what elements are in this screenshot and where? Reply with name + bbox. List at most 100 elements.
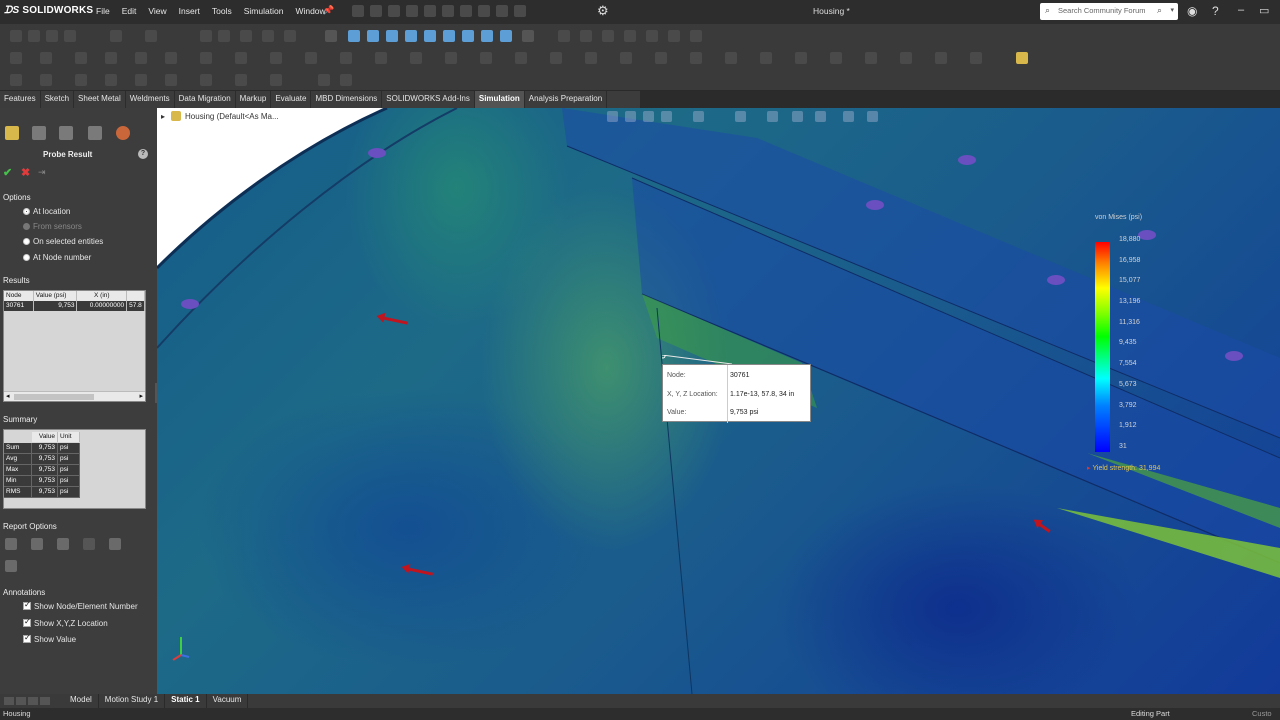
tab-vacuum[interactable]: Vacuum [207, 694, 249, 708]
tool-icon[interactable] [40, 52, 52, 64]
tool-icon[interactable] [75, 74, 87, 86]
tool-icon[interactable] [200, 74, 212, 86]
tool-icon[interactable] [270, 52, 282, 64]
dimxpert-tab-icon[interactable] [88, 126, 102, 140]
tool-icon[interactable] [935, 52, 947, 64]
tab-data-migration[interactable]: Data Migration [175, 91, 236, 108]
minimize-button[interactable]: – [1238, 4, 1244, 16]
ok-button[interactable]: ✔ [3, 166, 12, 179]
apply-scene-icon[interactable] [843, 111, 854, 122]
next-tab-icon[interactable] [28, 697, 38, 705]
tool-icon[interactable] [558, 30, 570, 42]
maximize-button[interactable]: ▭ [1259, 4, 1269, 17]
tool-icon[interactable] [668, 30, 680, 42]
cancel-button[interactable]: ✖ [21, 166, 30, 179]
tool-icon[interactable] [580, 30, 592, 42]
tool-icon[interactable] [46, 30, 58, 42]
tool-icon[interactable] [760, 52, 772, 64]
view-iso-icon[interactable] [462, 30, 474, 42]
help-icon[interactable]: ? [1212, 4, 1219, 18]
chevron-down-icon[interactable]: ▾ [1170, 6, 1174, 14]
tool-icon[interactable] [165, 74, 177, 86]
expand-icon[interactable]: ▸ [161, 112, 165, 121]
tab-features[interactable]: Features [0, 91, 41, 108]
tool-icon[interactable] [325, 30, 337, 42]
probe-callout[interactable]: Node: 30761 X, Y, Z Location: 1.17e-13, … [662, 364, 811, 423]
tool-icon[interactable] [28, 30, 40, 42]
checkbox-icon[interactable] [23, 633, 31, 643]
tool-icon[interactable] [105, 52, 117, 64]
tool-icon[interactable] [655, 52, 667, 64]
tool-icon[interactable] [602, 30, 614, 42]
tool-icon[interactable] [40, 74, 52, 86]
graphics-viewport[interactable]: ▸ Housing (Default<As Ma... von Mises (ps… [157, 108, 1280, 694]
pin-icon[interactable]: ⇥ [38, 167, 46, 178]
tool-icon[interactable] [550, 52, 562, 64]
tool-icon[interactable] [10, 30, 22, 42]
tool-icon[interactable] [865, 52, 877, 64]
tool-icon[interactable] [200, 52, 212, 64]
tab-sheet-metal[interactable]: Sheet Metal [74, 91, 126, 108]
feature-tree-tab-icon[interactable] [5, 126, 19, 140]
tool-icon[interactable] [64, 30, 76, 42]
tool-icon[interactable] [620, 52, 632, 64]
tool-icon[interactable] [284, 30, 296, 42]
tab-analysis-preparation[interactable]: Analysis Preparation [525, 91, 608, 108]
tool-icon[interactable] [900, 52, 912, 64]
menu-edit[interactable]: Edit [116, 6, 143, 16]
open-icon[interactable] [388, 5, 400, 17]
brush-icon[interactable] [522, 30, 534, 42]
tool-icon[interactable] [585, 52, 597, 64]
option-at-location[interactable]: At location [23, 207, 70, 216]
option-at-node-number[interactable]: At Node number [23, 253, 91, 262]
tool-icon[interactable] [10, 74, 22, 86]
tool-icon[interactable] [235, 52, 247, 64]
tab-sketch[interactable]: Sketch [41, 91, 75, 108]
tool-icon[interactable] [690, 52, 702, 64]
save-icon[interactable] [406, 5, 418, 17]
hide-show-icon[interactable] [792, 111, 803, 122]
tab-motion-study-1[interactable]: Motion Study 1 [99, 694, 166, 708]
view-right-icon[interactable] [405, 30, 417, 42]
last-tab-icon[interactable] [40, 697, 50, 705]
tool-icon[interactable] [725, 52, 737, 64]
options-icon[interactable] [1016, 52, 1028, 64]
search-go-icon[interactable]: ⌕ [1157, 5, 1162, 16]
tab-markup[interactable]: Markup [236, 91, 272, 108]
undo-icon[interactable] [442, 5, 454, 17]
section-view-icon[interactable] [693, 111, 704, 122]
radio-icon[interactable] [23, 254, 30, 261]
menu-insert[interactable]: Insert [173, 6, 206, 16]
view-orientation-icon[interactable] [735, 111, 746, 122]
tool-icon[interactable] [340, 74, 352, 86]
zoom-fit-icon[interactable] [607, 111, 618, 122]
sensor-icon[interactable] [31, 538, 43, 550]
tab-static-1[interactable]: Static 1 [165, 694, 207, 708]
tool-icon[interactable] [165, 52, 177, 64]
first-tab-icon[interactable] [4, 697, 14, 705]
tool-icon[interactable] [240, 30, 252, 42]
tab-solidworks-add-ins[interactable]: SOLIDWORKS Add-Ins [382, 91, 475, 108]
status-custom[interactable]: Custo [1252, 709, 1272, 718]
tab-model[interactable]: Model [64, 694, 99, 708]
save-report-icon[interactable] [5, 538, 17, 550]
tool-icon[interactable] [318, 74, 330, 86]
show-xyz-location-checkbox[interactable]: Show X,Y,Z Location [23, 617, 108, 628]
scroll-thumb[interactable] [14, 394, 94, 400]
tool-icon[interactable] [646, 30, 658, 42]
menu-tools[interactable]: Tools [206, 6, 238, 16]
tool-icon[interactable] [305, 52, 317, 64]
tool-icon[interactable] [375, 52, 387, 64]
show-value-checkbox[interactable]: Show Value [23, 633, 76, 644]
file-props-icon[interactable] [514, 5, 526, 17]
view-top-icon[interactable] [424, 30, 436, 42]
configuration-tab-icon[interactable] [59, 126, 73, 140]
horizontal-scrollbar[interactable]: ◂ ▸ [4, 391, 145, 401]
rotate-icon[interactable] [661, 111, 672, 122]
menu-file[interactable]: File [90, 6, 116, 16]
menu-simulation[interactable]: Simulation [238, 6, 290, 16]
view-bottom-icon[interactable] [443, 30, 455, 42]
view-settings-icon[interactable] [867, 111, 878, 122]
tool-icon[interactable] [830, 52, 842, 64]
new-icon[interactable] [370, 5, 382, 17]
